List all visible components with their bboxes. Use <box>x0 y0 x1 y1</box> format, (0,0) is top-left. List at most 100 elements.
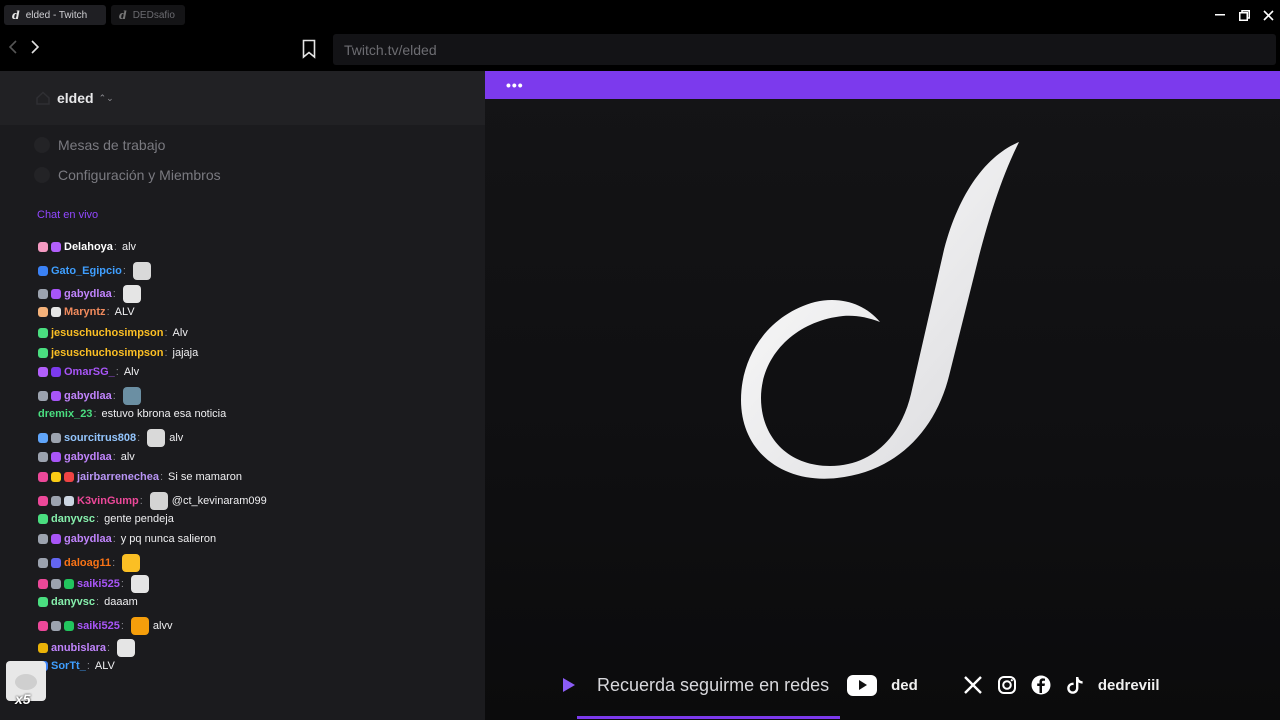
chat-badge-icon[interactable] <box>38 558 48 568</box>
chat-badge-icon[interactable] <box>64 621 74 631</box>
chat-badge-icon[interactable] <box>38 433 48 443</box>
chat-emote-icon[interactable] <box>122 554 141 572</box>
more-options-icon[interactable]: ••• <box>506 77 524 93</box>
menu-item-mesas[interactable]: Mesas de trabajo <box>34 137 165 153</box>
youtube-icon <box>847 674 878 696</box>
chat-username[interactable]: danyvsc <box>51 596 95 608</box>
restore-icon[interactable] <box>1232 0 1256 30</box>
bookmark-icon[interactable] <box>302 39 316 59</box>
chat-message: gabydlaa: alv <box>38 451 135 463</box>
tab-dedsafio[interactable]: d DEDsafio <box>111 5 185 25</box>
chat-badge-icon[interactable] <box>38 307 48 317</box>
chat-badge-icon[interactable] <box>38 452 48 462</box>
chat-separator: : <box>96 596 100 608</box>
chat-badge-icon[interactable] <box>38 597 48 607</box>
chat-badge-icon[interactable] <box>51 289 61 299</box>
facebook-icon <box>1030 674 1052 696</box>
chat-username[interactable]: jesuschuchosimpson <box>51 327 163 339</box>
chat-username[interactable]: saiki525 <box>77 620 120 632</box>
chat-badge-icon[interactable] <box>38 534 48 544</box>
chat-emote-icon[interactable] <box>130 575 149 593</box>
chat-message: Delahoya: alv <box>38 241 136 253</box>
chat-badge-icon[interactable] <box>38 472 48 482</box>
chat-message: danyvsc: gente pendeja <box>38 513 174 525</box>
chat-badge-icon[interactable] <box>38 348 48 358</box>
chat-badge-icon[interactable] <box>51 452 61 462</box>
chat-badge-icon[interactable] <box>51 472 61 482</box>
forward-arrow-icon[interactable] <box>30 40 40 59</box>
chat-badge-icon[interactable] <box>51 367 61 377</box>
chat-separator: : <box>112 390 116 402</box>
chat-badge-icon[interactable] <box>38 579 48 589</box>
chat-username[interactable]: jairbarrenechea <box>77 471 159 483</box>
chat-separator: : <box>122 265 126 277</box>
chat-badge-icon[interactable] <box>38 621 48 631</box>
chat-username[interactable]: gabydlaa <box>64 451 112 463</box>
chat-username[interactable]: anubislara <box>51 642 106 654</box>
chat-username[interactable]: sourcitrus808 <box>64 432 136 444</box>
chat-badge-icon[interactable] <box>51 496 61 506</box>
stream-player[interactable]: ••• Recuerda seguirme en redes ded dedre… <box>485 71 1280 720</box>
chat-emote-icon[interactable] <box>132 262 151 280</box>
chat-username[interactable]: danyvsc <box>51 513 95 525</box>
chat-emote-icon[interactable] <box>147 429 166 447</box>
chat-badge-icon[interactable] <box>38 514 48 524</box>
menu-item-configuracion[interactable]: Configuración y Miembros <box>34 167 221 183</box>
chat-badge-icon[interactable] <box>38 266 48 276</box>
chat-message-list[interactable]: Delahoya: alv Gato_Egipcio: gabydlaa: Marynt… <box>30 237 449 701</box>
chat-section-label[interactable]: Chat en vivo <box>37 209 98 221</box>
address-bar[interactable]: Twitch.tv/elded <box>333 34 1276 65</box>
back-arrow-icon[interactable] <box>8 40 18 59</box>
chat-username[interactable]: jesuschuchosimpson <box>51 347 163 359</box>
chat-username[interactable]: K3vinGump <box>77 495 139 507</box>
chat-badge-icon[interactable] <box>38 643 48 653</box>
chat-message: gabydlaa: <box>38 387 141 405</box>
chat-username[interactable]: Gato_Egipcio <box>51 265 122 277</box>
chat-username[interactable]: Maryntz <box>64 306 106 318</box>
chat-separator: : <box>120 620 124 632</box>
chat-separator: : <box>93 408 97 420</box>
chat-username[interactable]: daloag11 <box>64 557 111 569</box>
chat-badge-icon[interactable] <box>64 496 74 506</box>
follow-reminder: Recuerda seguirme en redes <box>597 674 830 695</box>
chat-username[interactable]: OmarSG_ <box>64 366 115 378</box>
chat-badge-icon[interactable] <box>38 496 48 506</box>
chat-emote-icon[interactable] <box>130 617 149 635</box>
chat-badge-icon[interactable] <box>51 534 61 544</box>
chat-emote-icon[interactable] <box>122 285 141 303</box>
chat-emote-icon[interactable] <box>117 639 136 657</box>
chat-badge-icon[interactable] <box>51 242 61 252</box>
chat-username[interactable]: dremix_23 <box>38 408 92 420</box>
tab-elded[interactable]: d elded - Twitch <box>4 5 106 25</box>
workspace-name: elded <box>57 90 94 106</box>
chat-badge-icon[interactable] <box>38 328 48 338</box>
chat-emote-icon[interactable] <box>149 492 168 510</box>
chat-badge-icon[interactable] <box>51 579 61 589</box>
chat-username[interactable]: gabydlaa <box>64 288 112 300</box>
player-top-bar: ••• <box>485 71 1280 99</box>
workspace-switcher[interactable]: elded ⌃⌄ <box>0 71 485 125</box>
close-icon[interactable] <box>1256 0 1280 30</box>
chat-username[interactable]: gabydlaa <box>64 390 112 402</box>
chat-badge-icon[interactable] <box>51 391 61 401</box>
chat-badge-icon[interactable] <box>64 579 74 589</box>
chat-badge-icon[interactable] <box>51 621 61 631</box>
chat-badge-icon[interactable] <box>38 242 48 252</box>
chat-username[interactable]: SorTt_ <box>51 660 86 672</box>
chat-username[interactable]: gabydlaa <box>64 533 112 545</box>
chat-message-text: @ct_kevinaram099 <box>171 495 267 507</box>
chat-username[interactable]: saiki525 <box>77 578 120 590</box>
minimize-icon[interactable] <box>1208 0 1232 30</box>
chat-message-text: ALV <box>94 660 115 672</box>
chat-username[interactable]: Delahoya <box>64 241 113 253</box>
chat-badge-icon[interactable] <box>51 433 61 443</box>
chat-badge-icon[interactable] <box>38 367 48 377</box>
chat-separator: : <box>137 432 141 444</box>
chat-emote-icon[interactable] <box>122 387 141 405</box>
chat-badge-icon[interactable] <box>64 472 74 482</box>
chat-badge-icon[interactable] <box>51 307 61 317</box>
chat-badge-icon[interactable] <box>38 289 48 299</box>
chat-badge-icon[interactable] <box>51 558 61 568</box>
chat-badge-icon[interactable] <box>38 391 48 401</box>
chat-message: Gato_Egipcio: <box>38 262 151 280</box>
